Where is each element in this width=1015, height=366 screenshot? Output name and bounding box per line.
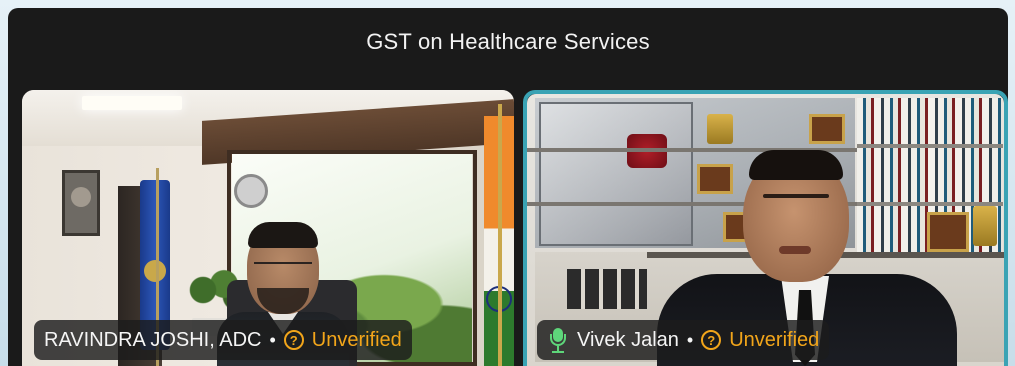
participant-name-label: Vivek Jalan • ? Unverified <box>537 320 830 360</box>
participant-name-label: RAVINDRA JOSHI, ADC • ? Unverified <box>34 320 412 360</box>
participant-name: Vivek Jalan <box>577 328 679 351</box>
question-mark-circle-icon[interactable]: ? <box>701 330 722 350</box>
microphone-icon[interactable] <box>547 326 569 354</box>
wall-fan <box>234 174 268 208</box>
video-feed: Vivek Jalan • ? Unverified <box>527 94 1004 366</box>
participant-hair <box>749 150 843 180</box>
separator-dot: • <box>686 329 694 350</box>
plaque <box>697 164 733 194</box>
participant-glasses <box>254 262 312 274</box>
participant-mouth <box>779 246 811 254</box>
plaque <box>927 212 969 252</box>
bookshelf-shelf <box>857 144 1003 148</box>
flag-emblem <box>144 260 166 282</box>
trophy <box>973 206 997 246</box>
app-backdrop: GST on Healthcare Services RAVINDRA JOSH… <box>0 0 1015 366</box>
ceiling-light <box>82 96 182 110</box>
unverified-status[interactable]: Unverified <box>312 329 402 352</box>
unverified-status[interactable]: Unverified <box>729 329 819 352</box>
trophy <box>707 114 733 144</box>
video-tile-ravindra-joshi[interactable]: RAVINDRA JOSHI, ADC • ? Unverified <box>22 90 514 366</box>
plaque <box>809 114 845 144</box>
video-tile-vivek-jalan[interactable]: Vivek Jalan • ? Unverified <box>523 90 1008 366</box>
india-flag-pole <box>498 104 502 366</box>
photo-frames <box>567 269 647 309</box>
participant-brow <box>763 194 829 198</box>
separator-dot: • <box>269 329 276 350</box>
participant-name: RAVINDRA JOSHI, ADC <box>44 328 262 351</box>
glass-door <box>539 102 693 246</box>
question-mark-circle-icon[interactable]: ? <box>283 330 304 350</box>
participant-hair <box>248 222 318 248</box>
wall-art <box>62 170 100 236</box>
meeting-window: GST on Healthcare Services RAVINDRA JOSH… <box>8 8 1008 366</box>
meeting-title: GST on Healthcare Services <box>366 29 650 54</box>
